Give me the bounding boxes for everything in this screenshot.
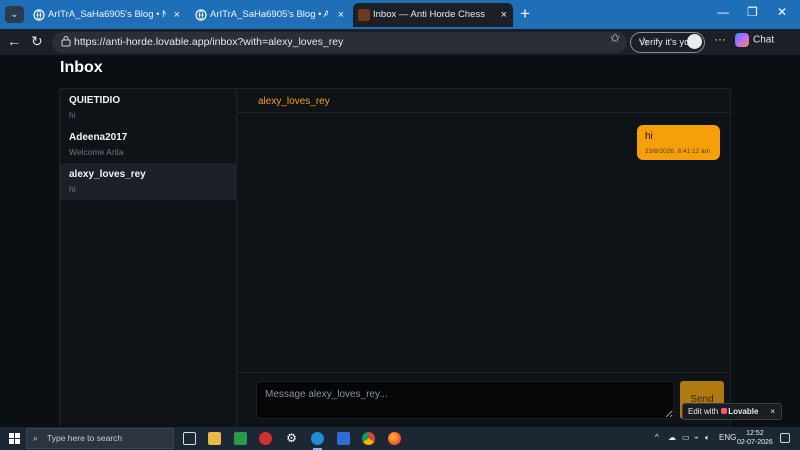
- show-hidden-icons-chevron-icon[interactable]: ^: [655, 433, 659, 442]
- network-icon[interactable]: ⌁: [694, 433, 699, 442]
- close-tab-icon[interactable]: ×: [338, 3, 344, 27]
- cloud-icon[interactable]: ☁: [668, 433, 676, 442]
- site-info-icon[interactable]: [60, 35, 72, 47]
- lovable-heart-icon: [721, 408, 728, 414]
- back-arrow-icon[interactable]: ←: [7, 33, 21, 49]
- thread-partner-name[interactable]: alexy_loves_rey: [237, 89, 731, 113]
- notifications-icon[interactable]: [780, 433, 790, 443]
- media-app-icon[interactable]: [259, 432, 272, 445]
- chat-label: Chat: [753, 34, 775, 46]
- clock-time: 12:52: [746, 430, 764, 437]
- address-toolbar: ← ↻ https://anti-horde.lovable.app/inbox…: [0, 29, 800, 55]
- message-input[interactable]: [256, 381, 674, 419]
- tab-title: Inbox — Anti Horde Chess: [373, 9, 485, 20]
- message-composer: Send: [237, 372, 731, 434]
- profile-avatar-icon: [687, 34, 702, 49]
- outlook-icon[interactable]: [337, 432, 350, 445]
- verify-profile-button[interactable]: Verify it's you: [630, 32, 705, 53]
- conversation-list: QUIETIDIO hi Adeena2017 Welcome Arita al…: [60, 89, 237, 432]
- search-icon: ⌕: [33, 433, 39, 443]
- taskbar-clock[interactable]: 12:52 02-07-2026: [737, 429, 773, 447]
- url-text: https://anti-horde.lovable.app/inbox?wit…: [74, 36, 344, 48]
- blog-favicon-icon: [195, 9, 207, 21]
- conversation-name: Adeena2017: [69, 132, 128, 143]
- close-tab-icon[interactable]: ×: [501, 3, 507, 27]
- edit-with-lovable-badge[interactable]: Edit with Lovable ×: [682, 403, 782, 420]
- browser-tab-2[interactable]: ArITrA_SaHa6905's Blog • AntiHor ×: [190, 3, 350, 27]
- favorites-icon[interactable]: ✩: [610, 31, 620, 45]
- sent-message-bubble: hi 23/6/2026, 8:41:12 am: [637, 125, 720, 160]
- close-tab-icon[interactable]: ×: [174, 3, 180, 27]
- edge-browser-icon[interactable]: [311, 432, 324, 450]
- battery-icon[interactable]: ▭: [682, 433, 690, 442]
- tab-actions-menu-icon[interactable]: ⌄: [5, 6, 24, 23]
- page-title: Inbox: [60, 59, 103, 76]
- firefox-icon[interactable]: [388, 432, 401, 445]
- message-timestamp: 23/6/2026, 8:41:12 am: [645, 148, 711, 155]
- message-text: hi: [645, 131, 653, 142]
- refresh-icon[interactable]: ↻: [31, 33, 43, 50]
- address-bar[interactable]: https://anti-horde.lovable.app/inbox?wit…: [52, 32, 650, 53]
- copilot-icon: [735, 33, 749, 47]
- conversation-preview: hi: [69, 110, 76, 120]
- inbox-panel: QUIETIDIO hi Adeena2017 Welcome Arita al…: [59, 88, 731, 433]
- browser-tab-3-active[interactable]: Inbox — Anti Horde Chess ×: [353, 3, 513, 27]
- badge-brand: Lovable: [728, 407, 759, 416]
- browser-tab-strip: ⌄ ArITrA_SaHa6905's Blog • New po × ArIT…: [0, 0, 800, 29]
- blog-favicon-icon: [33, 9, 45, 21]
- badge-close-icon[interactable]: ×: [770, 404, 775, 419]
- badge-prefix: Edit with: [688, 407, 719, 416]
- more-options-icon[interactable]: ···: [714, 32, 726, 46]
- tab-title: ArITrA_SaHa6905's Blog • New po: [48, 9, 166, 20]
- conversation-preview: hi: [69, 184, 76, 194]
- conversation-name: QUIETIDIO: [69, 95, 121, 106]
- file-explorer-icon[interactable]: [208, 432, 221, 445]
- conversation-item-alexy-loves-rey[interactable]: alexy_loves_rey hi: [60, 163, 236, 200]
- taskbar-search-box[interactable]: ⌕ Type here to search: [26, 428, 174, 449]
- restore-icon[interactable]: ❐: [747, 5, 758, 19]
- task-view-icon[interactable]: [183, 432, 196, 445]
- inbox-page: Inbox QUIETIDIO hi Adeena2017 Welcome Ar…: [0, 55, 800, 433]
- conversation-name: alexy_loves_rey: [69, 169, 146, 180]
- windows-taskbar: ⌕ Type here to search ⚙ ^ ☁ ▭ ⌁ 🔈︎ ENG 1…: [0, 427, 800, 450]
- conversation-item-adeena2017[interactable]: Adeena2017 Welcome Arita: [60, 126, 236, 163]
- new-tab-plus-icon[interactable]: +: [520, 4, 530, 24]
- browser-tab-1[interactable]: ArITrA_SaHa6905's Blog • New po ×: [28, 3, 186, 27]
- chrome-icon[interactable]: [362, 432, 375, 445]
- chess-favicon-icon: [358, 9, 370, 21]
- conversation-item-quietidio[interactable]: QUIETIDIO hi: [60, 89, 236, 126]
- windows-start-icon[interactable]: [9, 433, 20, 444]
- volume-icon[interactable]: 🔈︎: [705, 433, 710, 443]
- message-thread: alexy_loves_rey hi 23/6/2026, 8:41:12 am…: [237, 89, 731, 432]
- language-indicator[interactable]: ENG: [719, 433, 736, 442]
- minimize-icon[interactable]: —: [717, 5, 729, 19]
- conversation-preview: Welcome Arita: [69, 147, 124, 157]
- clock-date: 02-07-2026: [737, 439, 773, 446]
- copilot-chat-button[interactable]: Chat: [735, 33, 774, 47]
- window-close-icon[interactable]: ✕: [777, 5, 787, 19]
- search-placeholder: Type here to search: [47, 433, 123, 443]
- spreadsheet-app-icon[interactable]: [234, 432, 247, 445]
- settings-gear-icon[interactable]: ⚙: [285, 432, 298, 445]
- tab-title: ArITrA_SaHa6905's Blog • AntiHor: [210, 9, 328, 20]
